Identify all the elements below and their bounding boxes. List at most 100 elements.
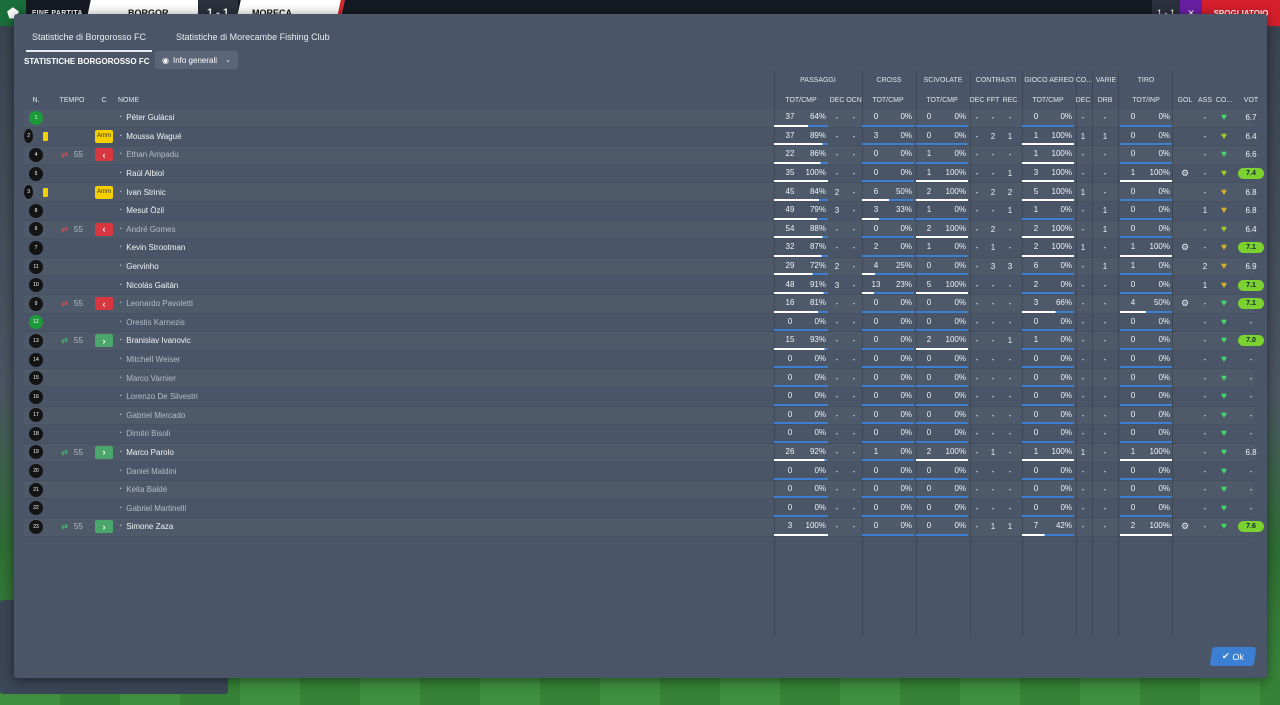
- column-header-tempo[interactable]: TEMPO: [54, 91, 90, 109]
- player-name[interactable]: Ethan Ampadu: [126, 150, 178, 159]
- player-name-cell[interactable]: ◔ Leonardo Pavoletti: [118, 295, 318, 313]
- column-header-ocn[interactable]: OCN: [846, 91, 862, 109]
- player-name[interactable]: Keita Baldé: [126, 485, 167, 494]
- player-name[interactable]: Orestis Karnezis: [126, 318, 185, 327]
- player-name-cell[interactable]: ◔ Simone Zaza: [118, 518, 318, 536]
- player-name-cell[interactable]: ◔ Gabriel Mercado: [118, 407, 318, 425]
- player-name[interactable]: Simone Zaza: [126, 522, 173, 531]
- table-row[interactable]: 10 ◔ Nicolás Gaitán 48 91% 3-13 23% 5 100% - - -2 0%…: [24, 276, 1264, 295]
- player-name-cell[interactable]: ◔ Keita Baldé: [118, 481, 318, 499]
- player-name[interactable]: Nicolás Gaitán: [126, 281, 178, 290]
- table-row[interactable]: 20 ◔ Daniel Maldini 0 0% - -0 0% 0 0% - - -0 0% - -0 0% -…: [24, 462, 1254, 481]
- table-row[interactable]: 13 ⇄ 55 › ◔ Branislav Ivanovic 15 93% - -0 0% 2 100%…: [24, 332, 1264, 351]
- player-name-cell[interactable]: ◔ Raúl Albiol: [118, 165, 318, 183]
- player-name[interactable]: Gabriel Mercado: [126, 411, 185, 420]
- table-row[interactable]: 9 ⇄ 55 ‹ ◔ Leonardo Pavoletti 16 81% - -0 0% 0 0% - - -…: [24, 294, 1264, 314]
- table-row[interactable]: 8 ◔ Mesut Özil 49 79% 3-3 33% 1 0% - -1 1 0% -1 0 0% 1 ♥ 6…: [24, 201, 1257, 221]
- player-name[interactable]: Mesut Özil: [126, 206, 164, 215]
- column-header-tiro-tot[interactable]: TOT/INP: [1120, 91, 1172, 109]
- player-name[interactable]: Mitchell Weiser: [126, 355, 180, 364]
- view-dropdown[interactable]: ◉ Info generali ⌄: [155, 51, 238, 69]
- table-row[interactable]: 7 ◔ Kevin Strootman 32 87% - -2 0% 1 0% -1-2 100% 1-…: [24, 239, 1264, 258]
- table-row[interactable]: 22 ◔ Gabriel Martinelli 0 0% - -0 0% 0 0% - - -0 0% - -…: [24, 499, 1254, 519]
- table-row[interactable]: 14 ◔ Mitchell Weiser 0 0% - -0 0% 0 0% - - -0 0% - -0 0%…: [24, 350, 1254, 370]
- column-header-c[interactable]: C: [92, 91, 116, 109]
- table-row[interactable]: 15 ◔ Marco Varnier 0 0% - -0 0% 0 0% - - -0 0% - -0 0% - ♥…: [24, 369, 1254, 388]
- player-name-cell[interactable]: ◔ André Gomes: [118, 221, 318, 239]
- condition-heart-icon: ♥: [1221, 465, 1227, 477]
- table-row[interactable]: 18 ◔ Dimitri Bisoli 0 0% - -0 0% 0 0% - - -0 0% - -0 0% -…: [24, 425, 1254, 444]
- player-name[interactable]: Moussa Wagué: [126, 132, 181, 141]
- dribbles-cell: -: [1103, 522, 1107, 532]
- player-name-cell[interactable]: ◔ Ethan Ampadu: [118, 146, 318, 164]
- table-row[interactable]: 12 ◔ Orestis Karnezis 0 0% - -0 0% 0 0% - - -0 0% - -0 0…: [24, 313, 1254, 333]
- column-header-n[interactable]: N.: [24, 91, 48, 109]
- player-name-cell[interactable]: ◔ Orestis Karnezis: [118, 314, 318, 332]
- column-header-contr-dec[interactable]: DEC: [970, 91, 985, 109]
- player-name[interactable]: Kevin Strootman: [126, 243, 185, 252]
- condition-heart-icon: ♥: [1221, 391, 1227, 403]
- player-name-cell[interactable]: ◔ Branislav Ivanovic: [118, 332, 318, 350]
- player-name[interactable]: Ivan Strinic: [126, 188, 166, 197]
- player-name-cell[interactable]: ◔ Mesut Özil: [118, 202, 318, 220]
- player-name[interactable]: Gabriel Martinelli: [126, 504, 186, 513]
- column-header-nome[interactable]: NOME: [118, 91, 318, 109]
- player-name[interactable]: Marco Varnier: [126, 374, 176, 383]
- player-name-cell[interactable]: ◔ Moussa Wagué: [118, 128, 318, 146]
- table-row[interactable]: 2 Amm ◔ Moussa Wagué 37 89% - -3 0% 0 0% -2 1 1 100% 1 1…: [24, 127, 1257, 147]
- column-header-co-dec[interactable]: DEC: [1076, 91, 1091, 109]
- player-name[interactable]: Daniel Maldini: [126, 467, 176, 476]
- column-header-drb[interactable]: DRB: [1094, 91, 1116, 109]
- column-header-pass-tot[interactable]: TOT/CMP: [774, 91, 828, 109]
- column-header-air-tot[interactable]: TOT/CMP: [1022, 91, 1074, 109]
- player-name-cell[interactable]: ◔ Kevin Strootman: [118, 239, 318, 257]
- table-row[interactable]: 11 ◔ Gervinho 29 72% 2-4 25% 0 0% -3 3 6 0% -1 1 0% 2 ♥ 6.…: [24, 257, 1257, 277]
- table-row[interactable]: 4 ⇄ 55 ‹ ◔ Ethan Ampadu 22 86% - -0 0% 1 0% - - -1 100% -…: [24, 146, 1257, 165]
- column-header-ass[interactable]: ASS: [1196, 91, 1214, 109]
- tab-home-stats[interactable]: Statistiche di Borgorosso FC: [26, 28, 153, 52]
- co-dec-cell: -: [1081, 392, 1085, 402]
- column-header-contr-rec[interactable]: REC: [1002, 91, 1018, 109]
- player-name-cell[interactable]: ◔ Péter Gulácsi: [118, 109, 318, 127]
- goals-cell: [1174, 314, 1196, 332]
- ok-button[interactable]: ✔ Ok: [1209, 647, 1257, 666]
- player-name[interactable]: Gervinho: [126, 262, 158, 271]
- player-name-cell[interactable]: ◔ Mitchell Weiser: [118, 351, 318, 369]
- column-header-tackle-tot[interactable]: TOT/CMP: [916, 91, 968, 109]
- player-name[interactable]: Dimitri Bisoli: [126, 429, 170, 438]
- table-row[interactable]: 6 ⇄ 55 ‹ ◔ André Gomes 54 88% - -0 0% 2 100% -2-2 100%…: [24, 220, 1257, 240]
- player-name-cell[interactable]: ◔ Daniel Maldini: [118, 462, 318, 480]
- table-row[interactable]: 23 ⇄ 55 › ◔ Simone Zaza 3 100% - -0 0% 0 0% -1 1 7 42% - -…: [24, 518, 1264, 537]
- player-name[interactable]: Péter Gulácsi: [126, 113, 174, 122]
- table-row[interactable]: 5 ◔ Raúl Albiol 35 100% - -0 0% 1 100% - -1 3 100% - -1…: [24, 164, 1264, 184]
- column-header-cross-tot[interactable]: TOT/CMP: [862, 91, 914, 109]
- player-name-cell[interactable]: ◔ Gabriel Martinelli: [118, 499, 318, 517]
- table-row[interactable]: 19 ⇄ 55 › ◔ Marco Parolo 26 92% - -1 0% 2 100% -1-1 10…: [24, 443, 1257, 463]
- player-name[interactable]: Marco Parolo: [126, 448, 174, 457]
- column-header-dec[interactable]: DEC: [830, 91, 845, 109]
- player-name-cell[interactable]: ◔ Marco Varnier: [118, 369, 318, 387]
- player-name[interactable]: Leonardo Pavoletti: [126, 299, 193, 308]
- player-name-cell[interactable]: ◔ Gervinho: [118, 258, 318, 276]
- column-header-co[interactable]: CO...: [1214, 91, 1234, 109]
- player-name[interactable]: André Gomes: [126, 225, 175, 234]
- table-row[interactable]: 1 ◔ Péter Gulácsi 37 64% - -0 0% 0 0% - - -0 0% - -0 0% -…: [24, 109, 1257, 128]
- column-header-contr-fft[interactable]: FFT: [986, 91, 1000, 109]
- column-header-gol[interactable]: GOL: [1174, 91, 1196, 109]
- column-header-vot[interactable]: VOT: [1236, 91, 1266, 109]
- player-name-cell[interactable]: ◔ Marco Parolo: [118, 444, 318, 462]
- tackle-percent: 0%: [942, 462, 968, 480]
- player-name-cell[interactable]: ◔ Nicolás Gaitán: [118, 276, 318, 294]
- table-row[interactable]: 21 ◔ Keita Baldé 0 0% - -0 0% 0 0% - - -0 0% - -0 0% - ♥ -: [24, 480, 1254, 500]
- player-name-cell[interactable]: ◔ Ivan Strinic: [118, 183, 318, 201]
- player-name[interactable]: Lorenzo De Silvestri: [126, 392, 198, 401]
- player-name[interactable]: Raúl Albiol: [126, 169, 164, 178]
- table-row[interactable]: 3 Amm ◔ Ivan Strinic 45 84% 2-6 50% 2 100% -2 2 5 100…: [24, 183, 1257, 202]
- player-name-cell[interactable]: ◔ Lorenzo De Silvestri: [118, 388, 318, 406]
- player-name-cell[interactable]: ◔ Dimitri Bisoli: [118, 425, 318, 443]
- match-rating: -: [1249, 392, 1253, 402]
- table-row[interactable]: 17 ◔ Gabriel Mercado 0 0% - -0 0% 0 0% - - -0 0% - -0 0%…: [24, 406, 1254, 426]
- table-row[interactable]: 16 ◔ Lorenzo De Silvestri 0 0% - -0 0% 0 0% - - -0 0%…: [24, 387, 1254, 407]
- tab-away-stats[interactable]: Statistiche di Morecambe Fishing Club: [170, 28, 336, 52]
- player-name[interactable]: Branislav Ivanovic: [126, 336, 190, 345]
